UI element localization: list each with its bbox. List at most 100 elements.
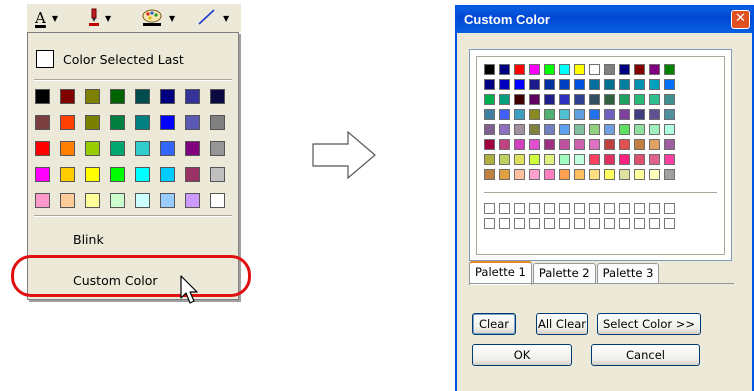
palette-swatch[interactable]: [499, 64, 510, 75]
palette-swatch[interactable]: [589, 109, 600, 120]
custom-color-slot[interactable]: [619, 218, 630, 229]
color-swatch[interactable]: [35, 141, 50, 156]
palette-swatch[interactable]: [544, 64, 555, 75]
custom-color-slot[interactable]: [574, 218, 585, 229]
palette-swatch[interactable]: [559, 64, 570, 75]
color-swatch[interactable]: [210, 167, 225, 182]
palette-swatch[interactable]: [574, 169, 585, 180]
palette-swatch[interactable]: [559, 154, 570, 165]
palette-swatch[interactable]: [529, 124, 540, 135]
palette-swatch[interactable]: [574, 79, 585, 90]
color-swatch[interactable]: [85, 115, 100, 130]
palette-swatch[interactable]: [634, 79, 645, 90]
custom-color-slot[interactable]: [664, 218, 675, 229]
palette-swatch[interactable]: [544, 154, 555, 165]
palette-swatch[interactable]: [664, 124, 675, 135]
cancel-button[interactable]: Cancel: [591, 344, 700, 366]
palette-swatch[interactable]: [649, 124, 660, 135]
color-swatch[interactable]: [210, 89, 225, 104]
color-swatch[interactable]: [185, 141, 200, 156]
palette-swatch[interactable]: [619, 64, 630, 75]
color-swatch[interactable]: [160, 167, 175, 182]
palette-swatch[interactable]: [559, 124, 570, 135]
custom-color-slot[interactable]: [634, 203, 645, 214]
palette-swatch[interactable]: [574, 154, 585, 165]
custom-color-slot[interactable]: [559, 203, 570, 214]
color-swatch[interactable]: [160, 141, 175, 156]
palette-swatch[interactable]: [619, 79, 630, 90]
palette-swatch[interactable]: [604, 79, 615, 90]
custom-color-slot[interactable]: [544, 203, 555, 214]
palette-swatch[interactable]: [604, 139, 615, 150]
color-swatch[interactable]: [210, 141, 225, 156]
color-swatch[interactable]: [85, 89, 100, 104]
palette-swatch[interactable]: [589, 124, 600, 135]
color-swatch[interactable]: [110, 167, 125, 182]
palette-swatch[interactable]: [634, 139, 645, 150]
palette-swatch[interactable]: [514, 154, 525, 165]
color-swatch[interactable]: [185, 167, 200, 182]
palette-swatch[interactable]: [484, 124, 495, 135]
custom-color-slot[interactable]: [499, 203, 510, 214]
palette-swatch[interactable]: [664, 94, 675, 105]
color-swatch[interactable]: [60, 115, 75, 130]
color-swatch[interactable]: [210, 115, 225, 130]
palette-swatch[interactable]: [619, 109, 630, 120]
color-swatch[interactable]: [35, 193, 50, 208]
custom-color-slot[interactable]: [634, 218, 645, 229]
palette-swatch[interactable]: [649, 94, 660, 105]
color-swatch[interactable]: [60, 193, 75, 208]
palette-swatch[interactable]: [634, 64, 645, 75]
palette-swatch[interactable]: [664, 79, 675, 90]
custom-color-slot[interactable]: [574, 203, 585, 214]
color-swatch[interactable]: [135, 193, 150, 208]
palette-swatch[interactable]: [499, 94, 510, 105]
custom-color-slot[interactable]: [514, 218, 525, 229]
color-swatch[interactable]: [160, 115, 175, 130]
palette-swatch[interactable]: [589, 79, 600, 90]
palette-swatch[interactable]: [634, 154, 645, 165]
palette-swatch[interactable]: [484, 64, 495, 75]
color-swatch[interactable]: [110, 89, 125, 104]
palette-swatch[interactable]: [619, 169, 630, 180]
palette-swatch[interactable]: [649, 139, 660, 150]
palette-swatch[interactable]: [559, 169, 570, 180]
palette-swatch[interactable]: [559, 109, 570, 120]
clear-button[interactable]: Clear: [472, 313, 516, 335]
palette-swatch[interactable]: [484, 154, 495, 165]
palette-swatch[interactable]: [604, 154, 615, 165]
palette-swatch[interactable]: [484, 79, 495, 90]
tab-palette-2[interactable]: Palette 2: [532, 263, 596, 283]
palette-swatch[interactable]: [529, 64, 540, 75]
custom-color-slot[interactable]: [559, 218, 570, 229]
palette-swatch[interactable]: [499, 154, 510, 165]
palette-swatch[interactable]: [649, 169, 660, 180]
palette-swatch[interactable]: [529, 169, 540, 180]
palette-swatch[interactable]: [574, 94, 585, 105]
palette-swatch[interactable]: [499, 109, 510, 120]
palette-swatch[interactable]: [649, 79, 660, 90]
palette-swatch[interactable]: [634, 94, 645, 105]
close-icon[interactable]: ✕: [731, 10, 750, 29]
palette-swatch[interactable]: [589, 169, 600, 180]
palette-swatch[interactable]: [604, 64, 615, 75]
color-swatch[interactable]: [85, 141, 100, 156]
palette-swatch[interactable]: [499, 79, 510, 90]
palette-swatch[interactable]: [649, 109, 660, 120]
color-swatch[interactable]: [110, 115, 125, 130]
color-swatch[interactable]: [35, 115, 50, 130]
custom-color-slot[interactable]: [664, 203, 675, 214]
custom-color-slot[interactable]: [499, 218, 510, 229]
palette-swatch[interactable]: [559, 94, 570, 105]
palette-swatch[interactable]: [499, 124, 510, 135]
palette-swatch[interactable]: [589, 64, 600, 75]
color-swatch[interactable]: [35, 89, 50, 104]
custom-color-slot[interactable]: [514, 203, 525, 214]
palette-swatch[interactable]: [514, 94, 525, 105]
palette-swatch[interactable]: [529, 154, 540, 165]
palette-swatch[interactable]: [529, 94, 540, 105]
color-swatch[interactable]: [185, 89, 200, 104]
palette-swatch[interactable]: [619, 139, 630, 150]
custom-color-slot[interactable]: [604, 203, 615, 214]
custom-color-slot[interactable]: [484, 218, 495, 229]
